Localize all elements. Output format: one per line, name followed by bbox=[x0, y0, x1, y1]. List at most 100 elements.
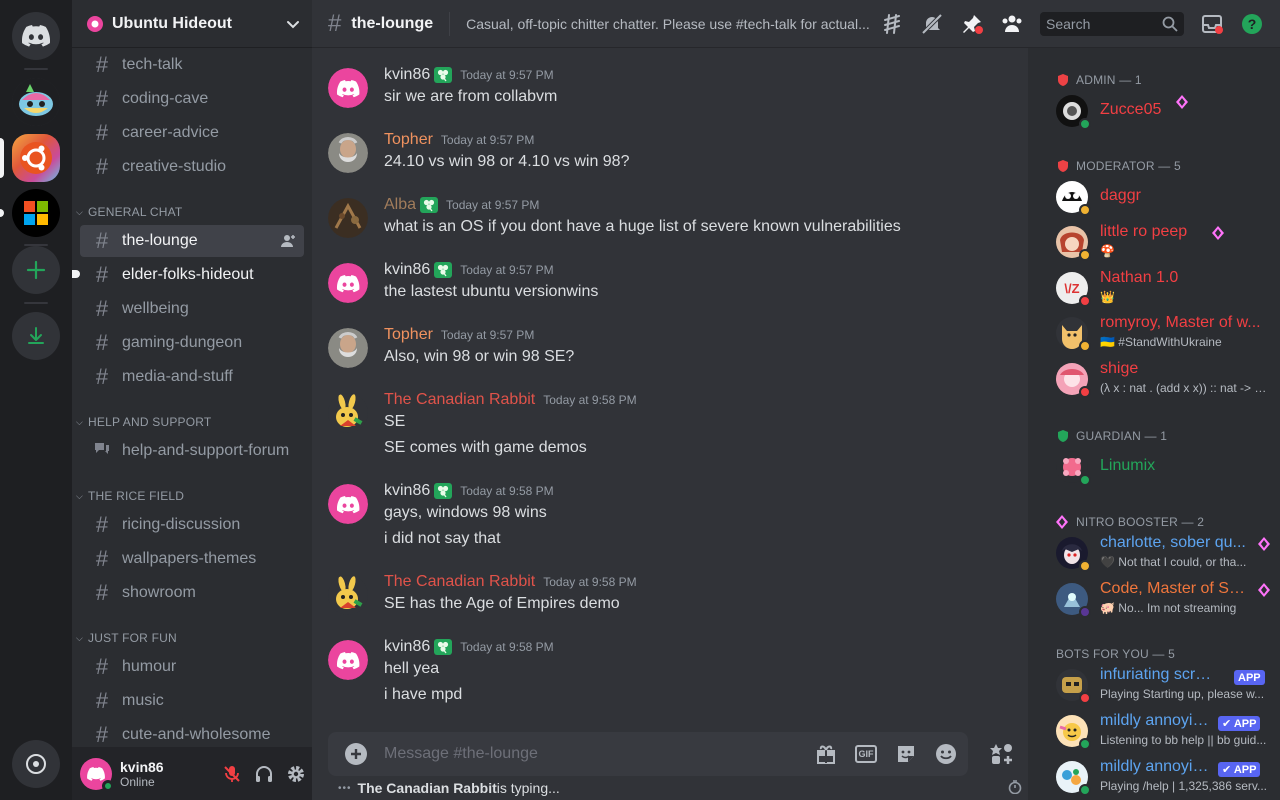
help-button[interactable]: ? bbox=[1240, 12, 1264, 36]
member-item[interactable]: \/Z Nathan 1.0 👑 bbox=[1048, 267, 1272, 309]
message-author[interactable]: The Canadian Rabbit bbox=[384, 391, 535, 409]
member-name: Zucce05 bbox=[1100, 101, 1162, 118]
avatar[interactable] bbox=[328, 263, 368, 303]
avatar[interactable] bbox=[80, 757, 114, 792]
download-apps-button[interactable] bbox=[12, 312, 60, 360]
message-author[interactable]: kvin86 bbox=[384, 482, 430, 500]
message-timestamp[interactable]: Today at 9:58 PM bbox=[460, 484, 553, 498]
avatar[interactable] bbox=[328, 393, 368, 433]
gif-button[interactable]: GIF bbox=[854, 742, 878, 766]
message-author[interactable]: Topher bbox=[384, 326, 433, 344]
emoji-button[interactable] bbox=[934, 742, 958, 766]
message-author[interactable]: kvin86 bbox=[384, 638, 430, 656]
message-timestamp[interactable]: Today at 9:58 PM bbox=[460, 640, 553, 654]
member-item[interactable]: Code, Master of Sn... 🐖 No... Im not stre… bbox=[1048, 578, 1272, 620]
direct-messages-button[interactable] bbox=[12, 12, 60, 60]
app-launcher-button[interactable] bbox=[990, 742, 1014, 766]
channel-ricing-discussion[interactable]: # ricing-discussion bbox=[80, 509, 304, 541]
member-item[interactable]: little ro peep 🍄 bbox=[1048, 221, 1272, 263]
avatar[interactable] bbox=[328, 68, 368, 108]
message-group[interactable]: Alba Today at 9:57 PM what is an OS if you… bbox=[328, 194, 1018, 242]
member-item[interactable]: shige (λ x : nat . (add x x)) :: nat -> n… bbox=[1048, 358, 1272, 400]
message-timestamp[interactable]: Today at 9:57 PM bbox=[441, 133, 534, 147]
channel-gaming-dungeon[interactable]: # gaming-dungeon bbox=[80, 327, 304, 359]
avatar[interactable] bbox=[328, 640, 368, 680]
message-timestamp[interactable]: Today at 9:58 PM bbox=[543, 575, 636, 589]
guild-header[interactable]: Ubuntu Hideout bbox=[72, 0, 312, 48]
member-item[interactable]: mildly annoyin... Playing /help | 1,325,3… bbox=[1048, 756, 1272, 798]
discover-button[interactable] bbox=[12, 740, 60, 788]
message-input[interactable] bbox=[384, 743, 804, 765]
message-group[interactable]: The Canadian Rabbit Today at 9:58 PM SE SE … bbox=[328, 389, 1018, 459]
channel-wellbeing[interactable]: # wellbeing bbox=[80, 293, 304, 325]
message-timestamp[interactable]: Today at 9:58 PM bbox=[543, 393, 636, 407]
message-author[interactable]: kvin86 bbox=[384, 66, 430, 84]
member-item[interactable]: Linumix bbox=[1048, 446, 1272, 488]
server-icon-ubuntu-hideout[interactable] bbox=[12, 134, 60, 182]
category-just-for-fun[interactable]: ⌵ JUST FOR FUN bbox=[76, 629, 304, 647]
add-server-button[interactable] bbox=[12, 246, 60, 294]
message-group[interactable]: kvin86 Today at 9:57 PM the lastest ubuntu… bbox=[328, 259, 1018, 307]
member-item[interactable]: charlotte, sober qu... 🖤 Not that I could… bbox=[1048, 532, 1272, 574]
avatar[interactable] bbox=[328, 328, 368, 368]
channel-music[interactable]: # music bbox=[80, 685, 304, 717]
message-group[interactable]: Topher Today at 9:57 PM 24.10 vs win 98 or… bbox=[328, 129, 1018, 177]
clover-badge-icon bbox=[434, 67, 453, 83]
avatar[interactable] bbox=[328, 484, 368, 524]
sticker-button[interactable] bbox=[894, 742, 918, 766]
channel-tech-talk[interactable]: # tech-talk bbox=[80, 49, 304, 81]
member-item[interactable]: romyroy, Master of w... 🇺🇦 #StandWithUkra… bbox=[1048, 312, 1272, 354]
upload-button[interactable] bbox=[344, 742, 368, 766]
member-name: Code, Master of Sn... bbox=[1100, 580, 1246, 597]
message-author[interactable]: The Canadian Rabbit bbox=[384, 573, 535, 591]
avatar[interactable] bbox=[328, 575, 368, 615]
member-item[interactable]: mildly annoyin... Listening to bb help ||… bbox=[1048, 710, 1272, 752]
avatar[interactable] bbox=[328, 133, 368, 173]
create-invite-icon[interactable] bbox=[280, 233, 296, 249]
message-author[interactable]: Alba bbox=[384, 196, 416, 214]
user-settings-button[interactable] bbox=[280, 758, 312, 790]
channel-the-lounge[interactable]: # the-lounge bbox=[80, 225, 304, 257]
message-author[interactable]: kvin86 bbox=[384, 261, 430, 279]
message-author[interactable]: Topher bbox=[384, 131, 433, 149]
channel-help-and-support-forum[interactable]: help-and-support-forum bbox=[80, 435, 304, 467]
channel-humour[interactable]: # humour bbox=[80, 651, 304, 683]
channel-wallpapers-themes[interactable]: # wallpapers-themes bbox=[80, 543, 304, 575]
threads-button[interactable] bbox=[880, 12, 904, 36]
channel-topic[interactable]: Casual, off-topic chitter chatter. Pleas… bbox=[466, 16, 870, 32]
avatar[interactable] bbox=[328, 198, 368, 238]
message-group[interactable]: Topher Today at 9:57 PM Also, win 98 or wi… bbox=[328, 324, 1018, 372]
bell-muted-icon bbox=[921, 13, 943, 35]
message-timestamp[interactable]: Today at 9:57 PM bbox=[460, 68, 553, 82]
hashtag-icon: # bbox=[95, 580, 109, 605]
message-timestamp[interactable]: Today at 9:57 PM bbox=[441, 328, 534, 342]
channel-coding-cave[interactable]: # coding-cave bbox=[80, 83, 304, 115]
category-general-chat[interactable]: ⌵ GENERAL CHAT bbox=[76, 203, 304, 221]
user-info[interactable]: kvin86 Online bbox=[120, 759, 210, 789]
notification-settings-button[interactable] bbox=[920, 12, 944, 36]
message-group[interactable]: The Canadian Rabbit Today at 9:58 PM SE ha… bbox=[328, 571, 1018, 619]
category-the-rice-field[interactable]: ⌵ THE RICE FIELD bbox=[76, 487, 304, 505]
message-group[interactable]: kvin86 Today at 9:58 PM hell yea i have mpd bbox=[328, 636, 1018, 706]
message-group[interactable]: kvin86 Today at 9:58 PM gays, windows 98 w… bbox=[328, 480, 1018, 550]
member-item[interactable]: Zucce05 bbox=[1048, 90, 1272, 132]
member-item[interactable]: daggr bbox=[1048, 176, 1272, 218]
member-list-button[interactable] bbox=[1000, 12, 1024, 36]
channel-media-and-stuff[interactable]: # media-and-stuff bbox=[80, 361, 304, 393]
pinned-messages-button[interactable] bbox=[960, 12, 984, 36]
channel-creative-studio[interactable]: # creative-studio bbox=[80, 151, 304, 183]
message-timestamp[interactable]: Today at 9:57 PM bbox=[460, 263, 553, 277]
server-icon-windows[interactable] bbox=[12, 189, 60, 237]
channel-showroom[interactable]: # showroom bbox=[80, 577, 304, 609]
message-group[interactable]: kvin86 Today at 9:57 PM sir we are from co… bbox=[328, 64, 1018, 112]
mute-button[interactable] bbox=[216, 758, 248, 790]
message-timestamp[interactable]: Today at 9:57 PM bbox=[446, 198, 539, 212]
gift-button[interactable] bbox=[814, 742, 838, 766]
channel-career-advice[interactable]: # career-advice bbox=[80, 117, 304, 149]
deafen-button[interactable] bbox=[248, 758, 280, 790]
channel-elder-folks-hideout[interactable]: # elder-folks-hideout bbox=[72, 259, 304, 291]
server-icon-discord[interactable] bbox=[12, 78, 60, 126]
category-help-and-support[interactable]: ⌵ HELP AND SUPPORT bbox=[76, 413, 304, 431]
inbox-button[interactable] bbox=[1200, 12, 1224, 36]
member-item[interactable]: infuriating scrap ... Playing Starting up… bbox=[1048, 664, 1272, 706]
